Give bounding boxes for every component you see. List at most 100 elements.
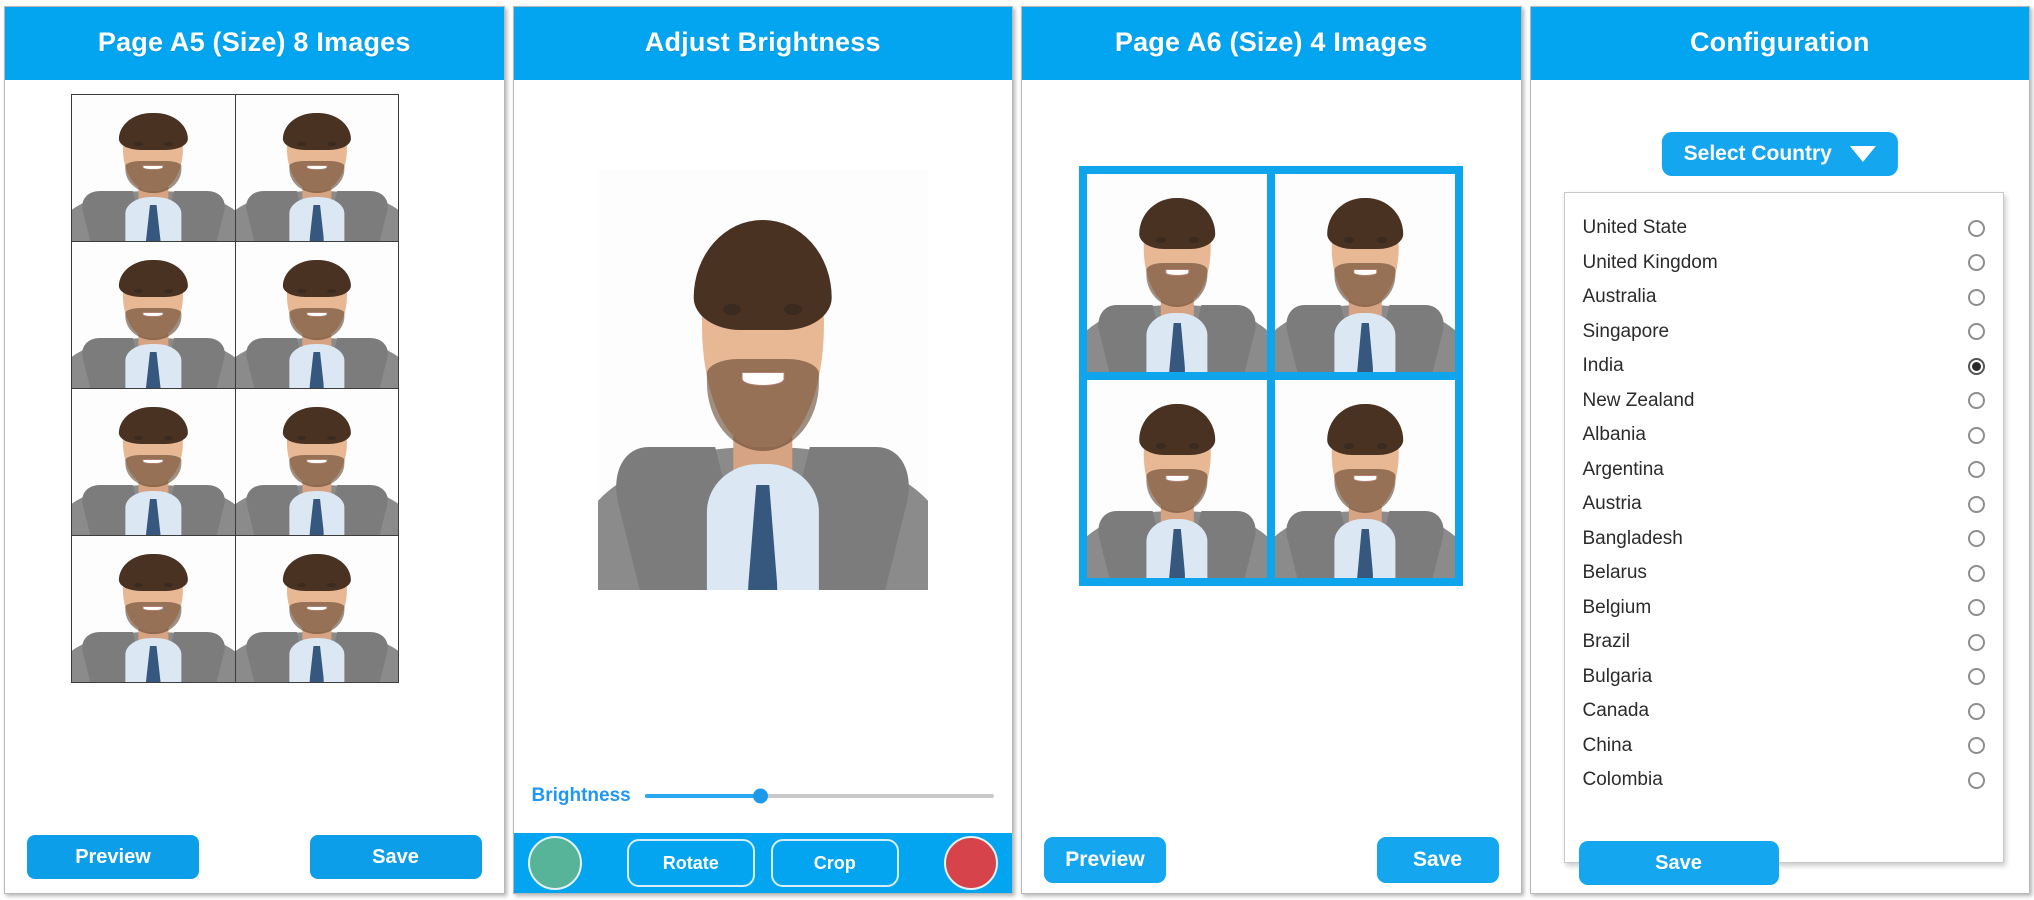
panel-a6-title: Page A6 (Size) 4 Images — [1022, 7, 1521, 80]
save-button[interactable]: Save — [309, 835, 482, 879]
country-name-label: China — [1582, 734, 1633, 756]
country-list-item[interactable]: United Kingdom — [1582, 246, 1985, 281]
passport-photo-cell[interactable] — [1275, 174, 1456, 372]
panel-config-body: Select Country United State United Kingdo… — [1531, 80, 2030, 893]
country-list-item[interactable]: China — [1582, 729, 1985, 764]
save-button[interactable]: Save — [1376, 837, 1499, 883]
select-country-button[interactable]: Select Country — [1661, 132, 1898, 176]
brightness-slider-row: Brightness — [514, 785, 1013, 807]
panel-a6-body: Preview Save — [1022, 80, 1521, 893]
country-radio-button[interactable] — [1968, 633, 1985, 651]
country-radio-button[interactable] — [1968, 771, 1985, 789]
country-list-item[interactable]: Bangladesh — [1582, 522, 1985, 557]
country-radio-button[interactable] — [1968, 564, 1985, 582]
passport-photo-cell[interactable] — [72, 536, 235, 682]
brightness-slider-thumb[interactable] — [753, 788, 768, 804]
panel-brightness-title: Adjust Brightness — [513, 7, 1012, 80]
country-list[interactable]: United State United Kingdom Australia Singa… — [1563, 192, 2004, 863]
app-screenshot-board: Page A5 (Size) 8 Images Preview Save Adj… — [0, 0, 2034, 900]
brightness-slider[interactable] — [644, 788, 994, 804]
country-list-item[interactable]: Austria — [1582, 487, 1985, 522]
passport-photo-cell[interactable] — [235, 242, 398, 388]
country-radio-button[interactable] — [1968, 495, 1985, 513]
panel-configuration: Configuration Select Country United Stat… — [1529, 6, 2030, 894]
country-list-item[interactable]: Albania — [1582, 418, 1985, 453]
country-list-item[interactable]: Bulgaria — [1582, 660, 1985, 695]
save-button[interactable]: Save — [1578, 841, 1779, 885]
country-name-label: Argentina — [1582, 458, 1664, 480]
country-list-item[interactable]: Australia — [1582, 280, 1985, 315]
country-radio-button[interactable] — [1968, 323, 1985, 341]
country-name-label: United Kingdom — [1582, 251, 1718, 273]
panel-adjust-brightness: Adjust Brightness Brightness Rotate Crop — [512, 6, 1013, 894]
passport-photo-cell[interactable] — [235, 389, 398, 535]
country-list-item[interactable]: Argentina — [1582, 453, 1985, 488]
country-radio-button[interactable] — [1968, 357, 1985, 375]
country-name-label: Canada — [1582, 700, 1650, 722]
brightness-toolbar: Rotate Crop — [513, 833, 1012, 893]
passport-photo-cell[interactable] — [1275, 380, 1456, 578]
panel-config-title: Configuration — [1530, 7, 2029, 80]
country-name-label: Singapore — [1582, 320, 1670, 342]
country-list-item[interactable]: New Zealand — [1582, 384, 1985, 419]
country-name-label: Bulgaria — [1582, 665, 1653, 687]
country-radio-button[interactable] — [1968, 530, 1985, 548]
panel-a5-title: Page A5 (Size) 8 Images — [5, 7, 504, 80]
country-radio-button[interactable] — [1968, 426, 1985, 444]
panel-page-a6: Page A6 (Size) 4 Images Preview Save — [1021, 6, 1522, 894]
country-name-label: New Zealand — [1582, 389, 1695, 411]
country-list-item[interactable]: Singapore — [1582, 315, 1985, 350]
country-radio-button[interactable] — [1968, 599, 1985, 617]
country-list-item[interactable]: United State — [1582, 211, 1985, 246]
panel-a5-body: Preview Save — [5, 80, 504, 893]
country-name-label: Albania — [1582, 424, 1646, 446]
passport-photo-cell[interactable] — [72, 95, 235, 241]
panel-a6-actions: Preview Save — [1022, 837, 1521, 883]
country-name-label: Australia — [1582, 286, 1657, 308]
photo-sheet-a6 — [1079, 166, 1464, 586]
passport-photo-cell[interactable] — [235, 536, 398, 682]
country-radio-button[interactable] — [1968, 737, 1985, 755]
country-name-label: Brazil — [1582, 631, 1631, 653]
panel-a5-actions: Preview Save — [5, 835, 504, 879]
brightness-label: Brightness — [531, 785, 631, 806]
brightness-slider-fill — [644, 794, 760, 798]
country-radio-button[interactable] — [1968, 702, 1985, 720]
country-list-item[interactable]: Brazil — [1582, 625, 1985, 660]
toolbar-middle-group: Rotate Crop — [626, 839, 899, 887]
country-radio-button[interactable] — [1968, 668, 1985, 686]
country-radio-button[interactable] — [1968, 254, 1985, 272]
panel-brightness-body: Brightness Rotate Crop — [513, 80, 1013, 893]
country-radio-button[interactable] — [1968, 461, 1985, 479]
panel-page-a5: Page A5 (Size) 8 Images Preview Save — [4, 6, 505, 894]
crop-button[interactable]: Crop — [770, 839, 899, 887]
passport-photo-cell[interactable] — [235, 95, 398, 241]
cancel-button[interactable] — [944, 836, 998, 890]
passport-photo-cell[interactable] — [72, 389, 235, 535]
chevron-down-icon — [1849, 146, 1876, 162]
passport-photo-cell[interactable] — [1087, 174, 1268, 372]
passport-photo-cell[interactable] — [72, 242, 235, 388]
country-radio-button[interactable] — [1968, 219, 1985, 237]
photo-sheet-a5 — [71, 94, 399, 683]
country-list-item[interactable]: India — [1582, 349, 1985, 384]
country-list-item[interactable]: Colombia — [1582, 763, 1985, 798]
country-radio-button[interactable] — [1968, 392, 1985, 410]
country-list-item[interactable]: Canada — [1582, 694, 1985, 729]
rotate-button[interactable]: Rotate — [626, 839, 755, 887]
preview-button[interactable]: Preview — [27, 835, 199, 879]
passport-photo-cell[interactable] — [1087, 380, 1268, 578]
country-list-item[interactable]: Belarus — [1583, 556, 1985, 591]
country-name-label: India — [1582, 355, 1624, 377]
accept-button[interactable] — [527, 836, 582, 890]
portrait-preview-image — [597, 170, 928, 590]
country-name-label: Belgium — [1582, 596, 1652, 618]
country-radio-button[interactable] — [1968, 288, 1985, 306]
country-name-label: Bangladesh — [1582, 527, 1683, 549]
preview-button[interactable]: Preview — [1044, 837, 1166, 883]
country-name-label: United State — [1582, 217, 1688, 239]
country-name-label: Austria — [1582, 493, 1642, 515]
select-country-label: Select Country — [1683, 142, 1832, 165]
country-name-label: Colombia — [1582, 769, 1663, 791]
country-list-item[interactable]: Belgium — [1582, 591, 1985, 626]
